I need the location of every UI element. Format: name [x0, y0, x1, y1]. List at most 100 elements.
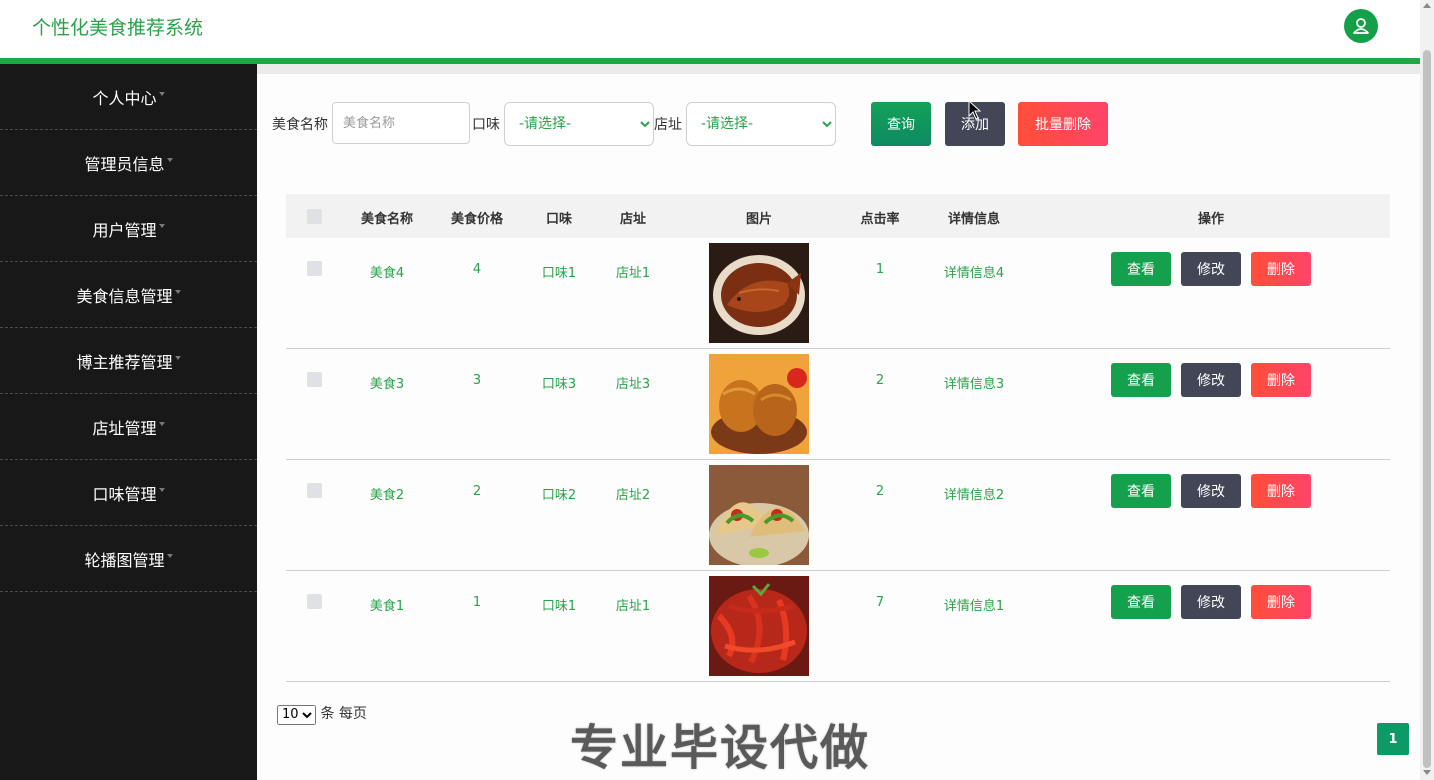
cell-food-name: 美食1 [369, 599, 405, 614]
top-header: 个性化美食推荐系统 [0, 0, 1420, 58]
taste-label: 口味 [472, 117, 500, 133]
cell-food-price: 4 [472, 262, 482, 277]
header-address: 店址 [619, 212, 647, 227]
content-top-strip [257, 64, 1420, 74]
food-image-tacos [709, 465, 809, 565]
header-details: 详情信息 [947, 212, 1001, 227]
food-table: 美食名称 美食价格 口味 店址 图片 点击率 详情信息 操作 美食4 4 口味1… [286, 194, 1390, 682]
batch-delete-button[interactable]: 批量删除 [1018, 102, 1108, 146]
edit-button[interactable]: 修改 [1181, 363, 1241, 397]
caret-down-icon [158, 223, 165, 228]
edit-button[interactable]: 修改 [1181, 252, 1241, 286]
row-checkbox[interactable] [307, 261, 322, 276]
cell-taste: 口味1 [541, 266, 577, 281]
sidebar-item-personal-center[interactable]: 个人中心 [0, 64, 257, 130]
header-taste: 口味 [545, 212, 573, 227]
table-row: 美食3 3 口味3 店址3 2 详情信息3 查看 修改 删除 [286, 349, 1390, 460]
delete-button[interactable]: 删除 [1251, 252, 1311, 286]
mouse-cursor-icon [968, 100, 982, 120]
row-checkbox[interactable] [307, 372, 322, 387]
sidebar-item-food-management[interactable]: 美食信息管理 [0, 262, 257, 328]
cell-taste: 口味1 [541, 599, 577, 614]
main-content: 美食名称 口味 -请选择- 店址 -请选择- 查询 添加 批量删除 美食名称 美… [257, 64, 1420, 780]
row-checkbox[interactable] [307, 483, 322, 498]
cell-taste: 口味2 [541, 488, 577, 503]
cell-food-name: 美食4 [369, 266, 405, 281]
cell-details: 详情信息4 [943, 266, 1005, 281]
sidebar-item-taste-management[interactable]: 口味管理 [0, 460, 257, 526]
sidebar-item-label: 口味管理 [92, 484, 157, 504]
table-row: 美食4 4 口味1 店址1 1 详情信息4 查看 修改 删除 [286, 238, 1390, 349]
query-button[interactable]: 查询 [871, 102, 931, 146]
caret-down-icon [174, 355, 181, 360]
header-click-rate: 点击率 [860, 212, 900, 227]
row-checkbox[interactable] [307, 594, 322, 609]
food-name-input[interactable] [332, 102, 470, 144]
cell-details: 详情信息3 [943, 377, 1005, 392]
cell-food-name: 美食3 [369, 377, 405, 392]
select-all-checkbox[interactable] [307, 209, 322, 224]
app-title: 个性化美食推荐系统 [32, 17, 204, 39]
cell-food-price: 1 [472, 595, 482, 610]
cell-address: 店址2 [615, 488, 651, 503]
header-food-price: 美食价格 [450, 212, 504, 227]
view-button[interactable]: 查看 [1111, 363, 1171, 397]
table-row: 美食1 1 口味1 店址1 7 详情信息1 查看 修改 删除 [286, 571, 1390, 682]
cell-click-rate: 1 [875, 262, 885, 277]
taste-select[interactable]: -请选择- [504, 102, 654, 146]
cell-food-price: 2 [472, 484, 482, 499]
per-page-label: 条 每页 [320, 706, 367, 722]
table-row: 美食2 2 口味2 店址2 2 详情信息2 查看 修改 删除 [286, 460, 1390, 571]
page-number-button[interactable]: 1 [1377, 723, 1409, 755]
cell-click-rate: 2 [875, 373, 885, 388]
sidebar-item-address-management[interactable]: 店址管理 [0, 394, 257, 460]
sidebar-item-blogger-recommend[interactable]: 博主推荐管理 [0, 328, 257, 394]
cell-taste: 口味3 [541, 377, 577, 392]
food-image-braised-fish [709, 243, 809, 343]
address-label: 店址 [654, 117, 682, 133]
delete-button[interactable]: 删除 [1251, 363, 1311, 397]
caret-down-icon [166, 553, 173, 558]
caret-down-icon [166, 157, 173, 162]
cell-click-rate: 7 [875, 595, 885, 610]
edit-button[interactable]: 修改 [1181, 474, 1241, 508]
page-size-control: 10 条 每页 [277, 703, 367, 725]
view-button[interactable]: 查看 [1111, 585, 1171, 619]
cell-food-name: 美食2 [369, 488, 405, 503]
sidebar-item-label: 店址管理 [92, 418, 157, 438]
view-button[interactable]: 查看 [1111, 252, 1171, 286]
sidebar-item-user-management[interactable]: 用户管理 [0, 196, 257, 262]
food-image-fried-chicken [709, 354, 809, 454]
delete-button[interactable]: 删除 [1251, 474, 1311, 508]
sidebar-item-label: 博主推荐管理 [76, 352, 173, 372]
delete-button[interactable]: 删除 [1251, 585, 1311, 619]
food-name-label: 美食名称 [272, 117, 328, 133]
scroll-up-icon[interactable] [1423, 3, 1431, 8]
sidebar-item-label: 美食信息管理 [76, 286, 173, 306]
header-image: 图片 [745, 212, 773, 227]
caret-down-icon [174, 289, 181, 294]
sidebar-item-admin-info[interactable]: 管理员信息 [0, 130, 257, 196]
page-size-select[interactable]: 10 [277, 704, 316, 725]
sidebar-item-label: 个人中心 [92, 88, 157, 108]
cell-details: 详情信息2 [943, 488, 1005, 503]
edit-button[interactable]: 修改 [1181, 585, 1241, 619]
cell-details: 详情信息1 [943, 599, 1005, 614]
cell-click-rate: 2 [875, 484, 885, 499]
table-header: 美食名称 美食价格 口味 店址 图片 点击率 详情信息 操作 [286, 194, 1390, 238]
page-scrollbar[interactable] [1420, 0, 1434, 780]
cell-address: 店址1 [615, 266, 651, 281]
scroll-down-icon[interactable] [1423, 770, 1431, 775]
watermark-text: 专业毕设代做 [569, 719, 871, 777]
sidebar-item-label: 轮播图管理 [84, 550, 165, 570]
address-select[interactable]: -请选择- [686, 102, 836, 146]
scrollbar-thumb[interactable] [1423, 50, 1431, 768]
search-bar: 美食名称 口味 -请选择- 店址 -请选择- 查询 添加 批量删除 [257, 102, 1420, 146]
caret-down-icon [158, 421, 165, 426]
view-button[interactable]: 查看 [1111, 474, 1171, 508]
user-avatar[interactable] [1344, 9, 1378, 43]
sidebar-item-carousel-management[interactable]: 轮播图管理 [0, 526, 257, 592]
header-food-name: 美食名称 [360, 212, 414, 227]
cell-address: 店址3 [615, 377, 651, 392]
sidebar-item-label: 管理员信息 [84, 154, 165, 174]
